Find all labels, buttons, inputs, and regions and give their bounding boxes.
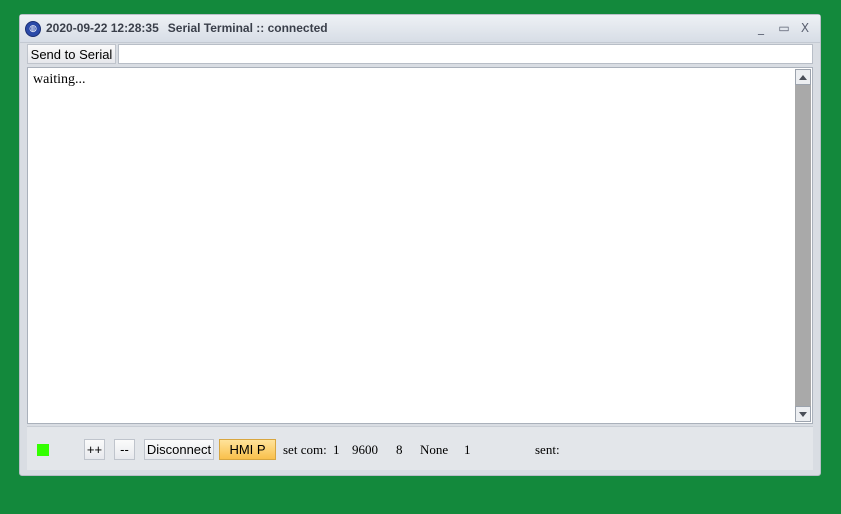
arrow-up-icon <box>799 74 807 80</box>
sent-label: sent: <box>535 442 560 457</box>
data-bits-value: 8 <box>396 442 403 457</box>
stop-bits-value: 1 <box>464 442 471 457</box>
title-datetime: 2020-09-22 12:28:35 <box>46 21 159 35</box>
serial-terminal-window: ◍ 2020-09-22 12:28:35 Serial Terminal :: … <box>19 14 821 476</box>
close-icon[interactable]: X <box>796 19 814 37</box>
title-text: Serial Terminal :: connected <box>167 21 328 35</box>
connection-indicator <box>37 444 49 456</box>
vertical-scrollbar[interactable] <box>795 69 811 422</box>
hmi-button[interactable]: HMI P <box>219 439 276 460</box>
status-bar: ++ -- Disconnect HMI P set com: 1 9600 8… <box>27 426 813 470</box>
scroll-down-button[interactable] <box>795 406 811 422</box>
baud-rate-value: 9600 <box>352 442 378 457</box>
com-port-value: 1 <box>333 442 340 457</box>
parity-value: None <box>420 442 449 457</box>
set-com-label: set com: <box>283 442 327 457</box>
send-to-serial-button[interactable]: Send to Serial <box>27 44 116 64</box>
output-text: waiting... <box>33 72 86 87</box>
maximize-icon[interactable]: ▭ <box>775 19 793 37</box>
decrease-button[interactable]: -- <box>114 439 135 460</box>
app-logo-icon: ◍ <box>25 21 41 37</box>
minimize-icon[interactable]: _ <box>752 19 770 37</box>
arrow-down-icon <box>799 411 807 417</box>
disconnect-button[interactable]: Disconnect <box>144 439 214 460</box>
scroll-up-button[interactable] <box>795 69 811 85</box>
title-bar[interactable]: ◍ 2020-09-22 12:28:35 Serial Terminal :: … <box>20 15 820 43</box>
output-area[interactable]: waiting... <box>27 67 813 424</box>
window-title: 2020-09-22 12:28:35 Serial Terminal :: co… <box>46 21 328 35</box>
increase-button[interactable]: ++ <box>84 439 105 460</box>
send-input[interactable] <box>118 44 813 64</box>
